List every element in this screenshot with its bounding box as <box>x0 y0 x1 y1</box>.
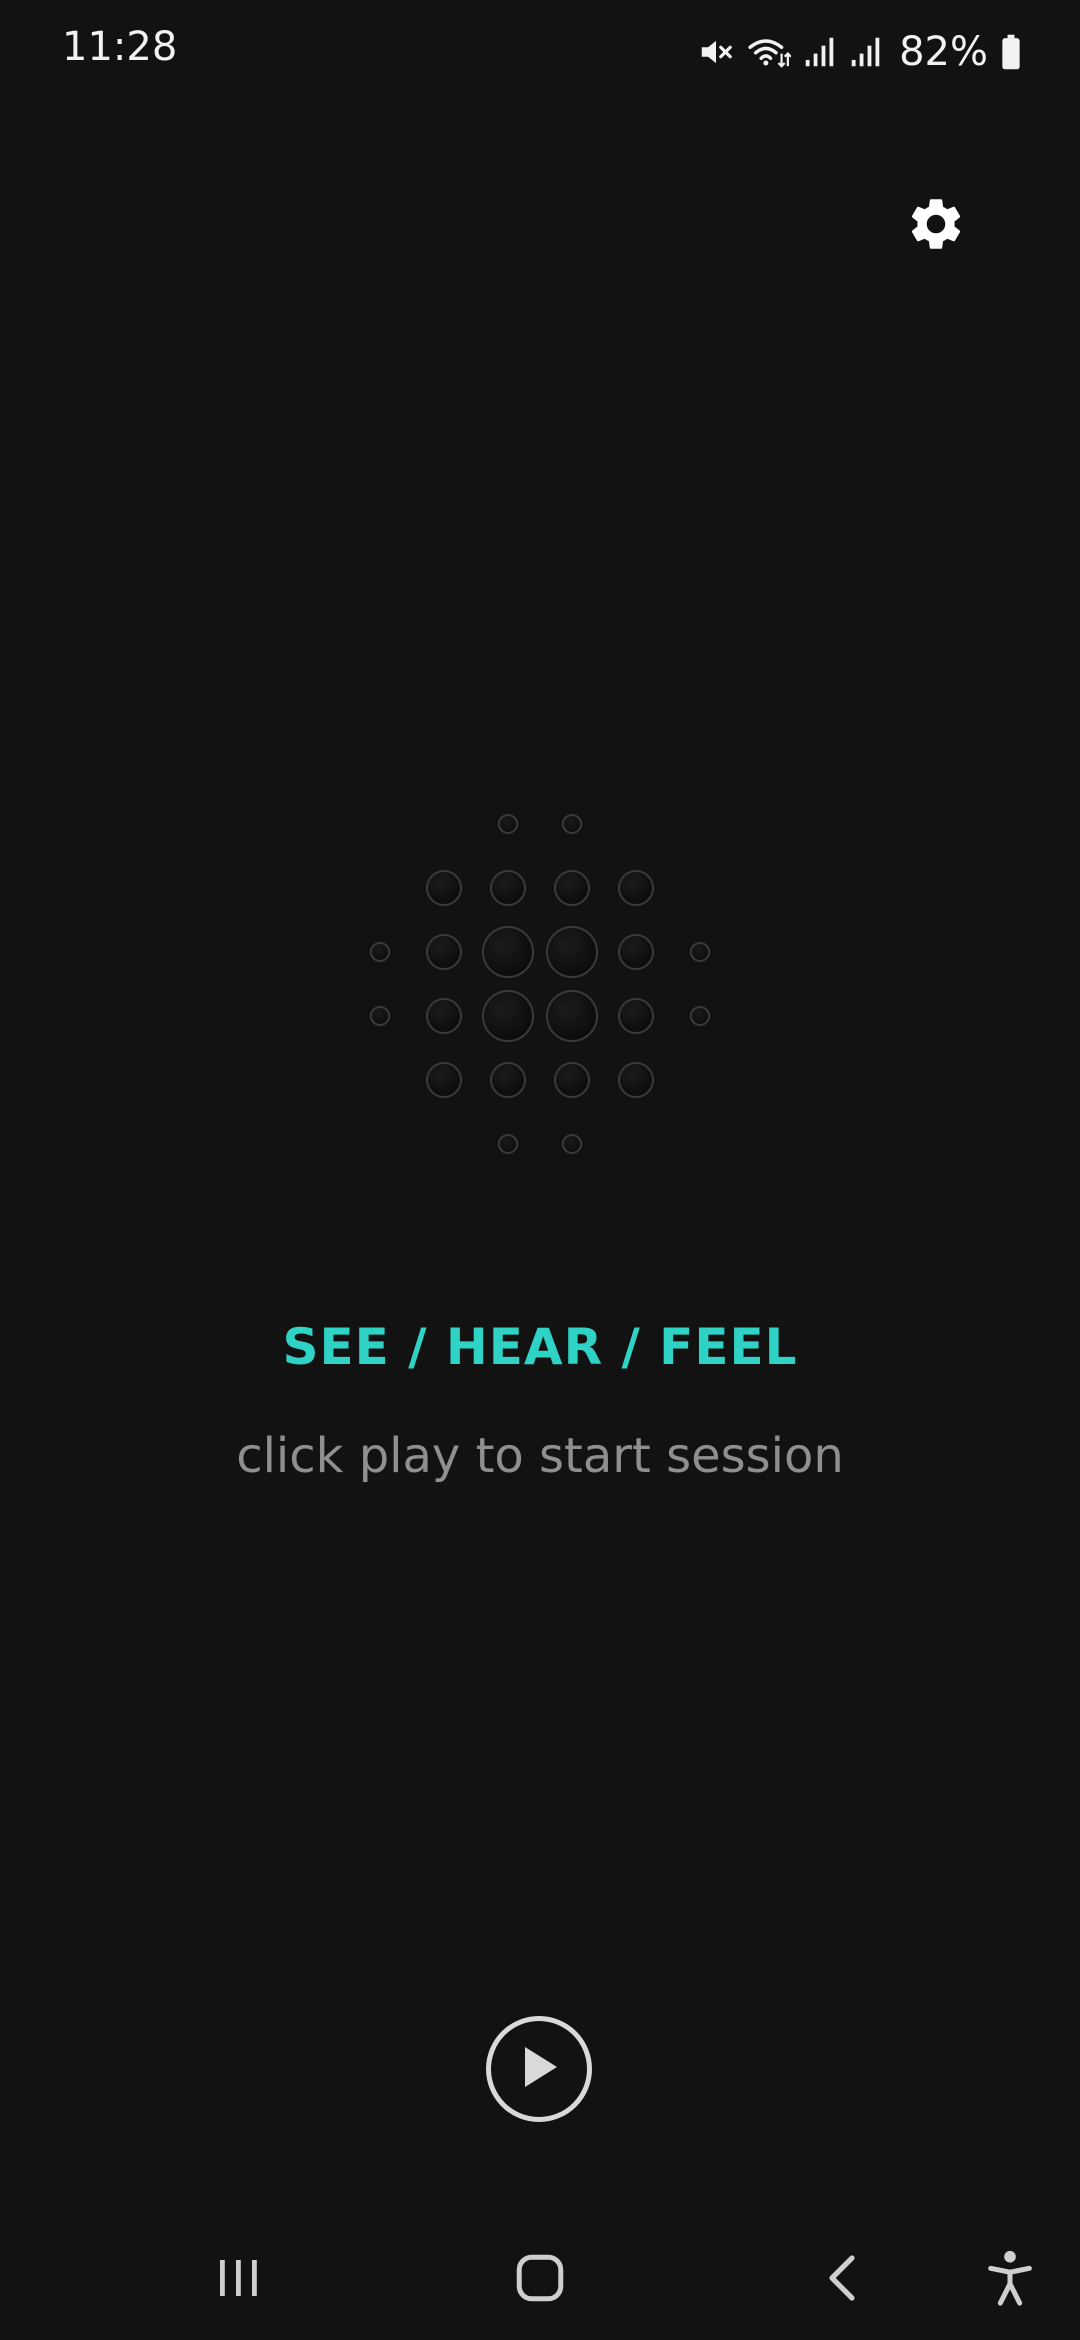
logo-dot <box>618 934 654 970</box>
gear-icon <box>905 193 967 259</box>
logo-dot <box>554 1062 590 1098</box>
home-icon <box>513 2251 567 2309</box>
logo-dot <box>618 870 654 906</box>
logo-dot <box>426 1062 462 1098</box>
logo-dot <box>482 990 534 1042</box>
logo-dot <box>426 870 462 906</box>
mute-icon <box>697 33 735 71</box>
logo-dot <box>546 926 598 978</box>
signal-icon <box>849 33 883 71</box>
back-button[interactable] <box>802 2240 882 2320</box>
battery-percent: 82% <box>899 29 988 75</box>
signal-icon <box>803 33 837 71</box>
accessibility-button[interactable] <box>970 2240 1050 2320</box>
settings-button[interactable] <box>900 190 972 262</box>
logo-dot <box>370 1006 390 1026</box>
logo-dot <box>490 870 526 906</box>
wifi-icon <box>747 33 792 71</box>
logo-dot <box>498 814 518 834</box>
home-button[interactable] <box>500 2240 580 2320</box>
logo-dot <box>370 942 390 962</box>
status-bar: 11:28 82% <box>0 0 1080 104</box>
headline: SEE / HEAR / FEEL <box>282 1318 798 1376</box>
logo-dot <box>690 1006 710 1026</box>
logo-dot <box>690 942 710 962</box>
recents-button[interactable] <box>198 2240 278 2320</box>
logo-dot <box>562 814 582 834</box>
logo-dot <box>498 1134 518 1154</box>
dot-grid-logo <box>370 814 710 1154</box>
logo-dot <box>554 870 590 906</box>
app-screen: 11:28 82% SEE / HEAR / FEEL click play t… <box>0 0 1080 2340</box>
subline: click play to start session <box>236 1428 844 1484</box>
logo-dot <box>618 1062 654 1098</box>
logo-dot <box>490 1062 526 1098</box>
logo-dot <box>426 934 462 970</box>
play-icon <box>517 2043 561 2095</box>
logo-dot <box>546 990 598 1042</box>
battery-icon <box>1000 33 1022 71</box>
logo-dot <box>426 998 462 1034</box>
status-icons: 82% <box>697 26 1022 78</box>
recents-icon <box>212 2252 264 2308</box>
back-icon <box>818 2252 866 2308</box>
logo-dot <box>482 926 534 978</box>
status-time: 11:28 <box>62 24 178 70</box>
accessibility-icon <box>986 2249 1034 2311</box>
logo-dot <box>618 998 654 1034</box>
logo-dot <box>562 1134 582 1154</box>
navigation-bar <box>0 2220 1080 2340</box>
play-button[interactable] <box>486 2016 592 2122</box>
